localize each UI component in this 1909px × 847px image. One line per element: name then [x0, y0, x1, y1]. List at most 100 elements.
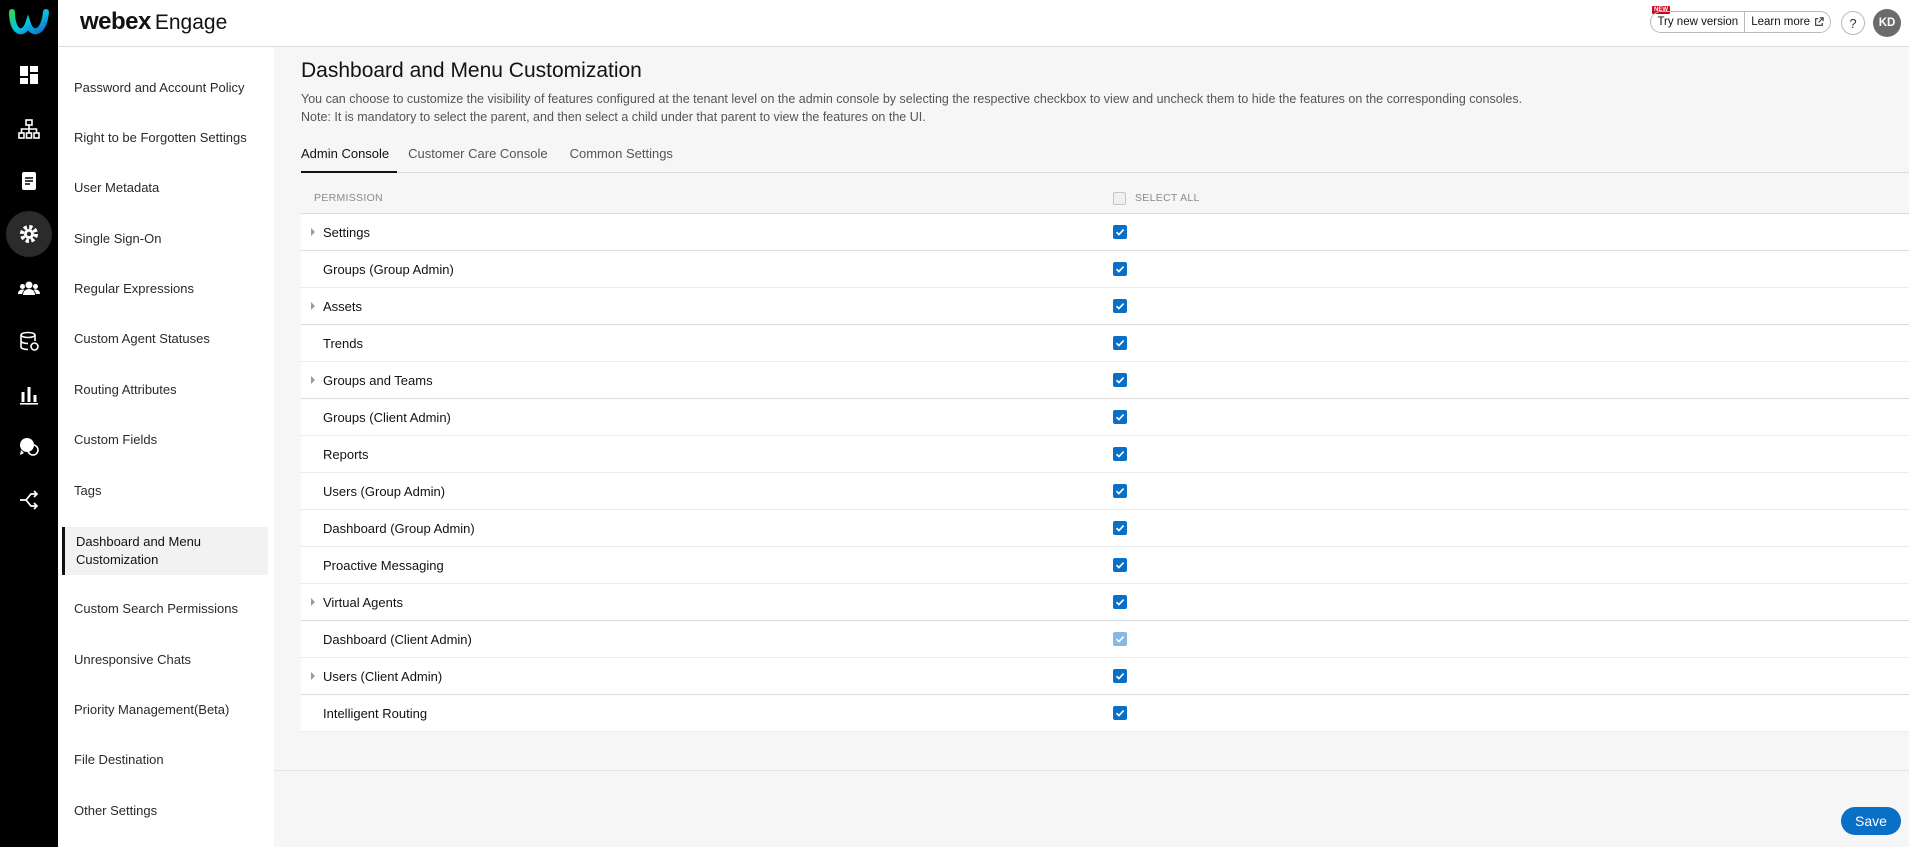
sidebar-item-regular-expressions[interactable]: Regular Expressions — [74, 280, 272, 298]
permission-label: Trends — [323, 335, 363, 351]
help-button[interactable]: ? — [1841, 11, 1865, 35]
sidebar-item-custom-agent-statuses[interactable]: Custom Agent Statuses — [74, 330, 272, 348]
select-all[interactable]: SELECT ALL — [1113, 191, 1200, 205]
permission-table-header: PERMISSION SELECT ALL — [301, 183, 1909, 214]
footer-divider — [274, 770, 1909, 771]
checkmark-icon — [1115, 636, 1125, 643]
checkmark-icon — [1115, 562, 1125, 569]
permission-label: Groups (Client Admin) — [323, 409, 451, 425]
brand: webex Engage — [80, 8, 227, 36]
sidebar-item-tags[interactable]: Tags — [74, 482, 272, 500]
checkmark-icon — [1115, 673, 1125, 680]
permission-row: Trends — [301, 325, 1909, 362]
org-chart-icon[interactable] — [6, 106, 52, 152]
help-icon: ? — [1849, 15, 1857, 31]
select-all-checkbox[interactable] — [1113, 191, 1126, 205]
permission-column-header: PERMISSION — [314, 192, 383, 204]
version-switcher: Try new version Learn more — [1650, 11, 1831, 33]
sidebar-item-file-destination[interactable]: File Destination — [74, 751, 272, 769]
permission-label: Dashboard (Group Admin) — [323, 520, 475, 536]
sidebar-item-password-policy[interactable]: Password and Account Policy — [74, 79, 272, 97]
expand-caret-icon[interactable] — [311, 228, 315, 236]
sidebar-item-right-to-be-forgotten[interactable]: Right to be Forgotten Settings — [74, 129, 272, 147]
permission-label: Groups and Teams — [323, 372, 433, 388]
bar-chart-icon[interactable] — [6, 371, 52, 417]
permission-checkbox[interactable] — [1113, 669, 1127, 683]
console-tabs: Admin Console Customer Care Console Comm… — [301, 143, 1909, 173]
gear-icon[interactable] — [6, 211, 52, 257]
permission-label: Proactive Messaging — [323, 557, 444, 573]
permission-rows: Settings Groups (Group Admin) Assets Trends… — [301, 214, 1909, 732]
webex-logo-icon[interactable] — [6, 4, 52, 42]
permission-row: Dashboard (Group Admin) — [301, 510, 1909, 547]
tab-customer-care-console[interactable]: Customer Care Console — [397, 143, 558, 173]
permission-checkbox[interactable] — [1113, 521, 1127, 535]
permission-label: Users (Client Admin) — [323, 668, 443, 684]
permission-row: Reports — [301, 436, 1909, 473]
permission-checkbox[interactable] — [1113, 336, 1127, 350]
document-icon[interactable] — [6, 158, 52, 204]
expand-caret-icon[interactable] — [311, 598, 315, 606]
sidebar-item-routing-attributes[interactable]: Routing Attributes — [74, 381, 272, 399]
permission-row: Users (Client Admin) — [301, 658, 1909, 695]
sidebar-item-other-settings[interactable]: Other Settings — [74, 802, 272, 820]
permission-checkbox[interactable] — [1113, 262, 1127, 276]
permission-label: Virtual Agents — [323, 594, 403, 610]
checkmark-icon — [1115, 451, 1125, 458]
sidebar-item-priority-management[interactable]: Priority Management(Beta) — [74, 701, 272, 719]
permission-label: Users (Group Admin) — [323, 483, 446, 499]
page-description: You can choose to customize the visibili… — [301, 90, 1522, 126]
expand-caret-icon[interactable] — [311, 376, 315, 384]
tab-admin-console[interactable]: Admin Console — [301, 143, 398, 173]
checkmark-icon — [1115, 340, 1125, 347]
sidebar-item-custom-search-permissions[interactable]: Custom Search Permissions — [74, 600, 272, 618]
tab-common-settings[interactable]: Common Settings — [559, 143, 684, 173]
sidebar-item-user-metadata[interactable]: User Metadata — [74, 179, 272, 197]
checkmark-icon — [1115, 414, 1125, 421]
main-content: Dashboard and Menu Customization You can… — [274, 47, 1909, 847]
top-header: webex Engage NEW Try new version Learn mo… — [58, 0, 1909, 47]
permission-checkbox[interactable] — [1113, 558, 1127, 572]
permission-label: Groups (Group Admin) — [323, 261, 454, 277]
routing-icon[interactable] — [6, 477, 52, 523]
permission-checkbox[interactable] — [1113, 225, 1127, 239]
checkmark-icon — [1115, 488, 1125, 495]
database-icon[interactable] — [6, 318, 52, 364]
sidebar-item-single-sign-on[interactable]: Single Sign-On — [74, 230, 272, 248]
app-rail — [0, 0, 58, 847]
sidebar-item-dashboard-menu-customization[interactable]: Dashboard and Menu Customization — [62, 527, 268, 575]
permission-checkbox[interactable] — [1113, 373, 1127, 387]
people-icon[interactable] — [6, 265, 52, 311]
permission-row: Settings — [301, 214, 1909, 251]
sidebar-item-custom-fields[interactable]: Custom Fields — [74, 431, 272, 449]
save-button[interactable]: Save — [1841, 807, 1901, 835]
expand-caret-icon[interactable] — [311, 302, 315, 310]
description-line-2: Note: It is mandatory to select the pare… — [301, 110, 926, 124]
permission-checkbox[interactable] — [1113, 299, 1127, 313]
checkmark-icon — [1115, 599, 1125, 606]
permission-checkbox[interactable] — [1113, 447, 1127, 461]
permission-checkbox[interactable] — [1113, 595, 1127, 609]
learn-more-link[interactable]: Learn more — [1745, 12, 1830, 32]
permission-row: Intelligent Routing — [301, 695, 1909, 732]
dashboard-icon[interactable] — [6, 52, 52, 98]
permission-row: Groups (Client Admin) — [301, 399, 1909, 436]
try-new-version-button[interactable]: Try new version — [1651, 12, 1746, 32]
chat-bubbles-icon[interactable] — [6, 424, 52, 470]
permission-label: Settings — [323, 224, 370, 240]
permission-checkbox[interactable] — [1113, 706, 1127, 720]
permission-row: Dashboard (Client Admin) — [301, 621, 1909, 658]
avatar[interactable]: KD — [1873, 9, 1901, 37]
permission-checkbox[interactable] — [1113, 410, 1127, 424]
expand-caret-icon[interactable] — [311, 672, 315, 680]
permission-table: PERMISSION SELECT ALL Settings Groups (Gr… — [301, 183, 1909, 732]
page-title: Dashboard and Menu Customization — [301, 59, 642, 82]
permission-label: Dashboard (Client Admin) — [323, 631, 472, 647]
sidebar-item-unresponsive-chats[interactable]: Unresponsive Chats — [74, 651, 272, 669]
checkmark-icon — [1115, 710, 1125, 717]
checkmark-icon — [1115, 525, 1125, 532]
brand-product: Engage — [154, 11, 228, 34]
permission-checkbox[interactable] — [1113, 484, 1127, 498]
checkmark-icon — [1115, 229, 1125, 236]
permission-label: Reports — [323, 446, 369, 462]
